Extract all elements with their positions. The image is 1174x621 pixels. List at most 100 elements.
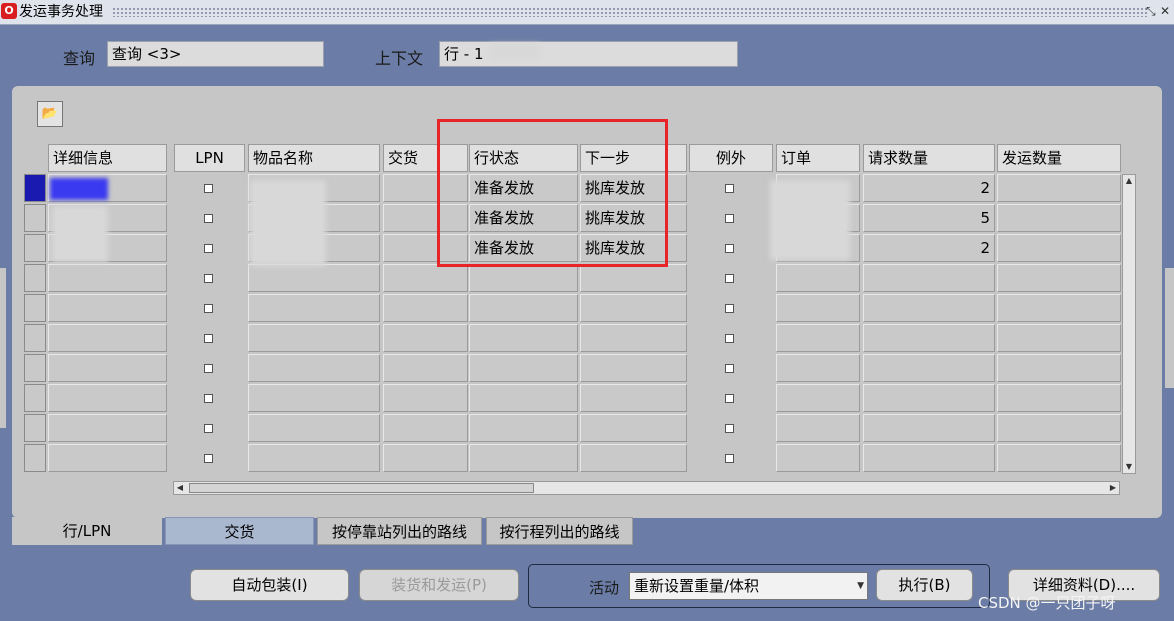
row-selector[interactable] [24, 264, 46, 292]
cell-requested-qty[interactable]: 2 [863, 234, 995, 262]
cell-requested-qty[interactable] [863, 414, 995, 442]
lpn-checkbox[interactable] [204, 214, 213, 223]
cell-delivery[interactable] [383, 324, 468, 352]
cell-shipped-qty[interactable] [997, 294, 1121, 322]
cell-order[interactable] [776, 384, 860, 412]
cell-order[interactable] [776, 264, 860, 292]
scroll-left-icon[interactable]: ◀ [174, 482, 186, 494]
context-field[interactable]: 行 - 1 [439, 41, 738, 67]
exception-checkbox[interactable] [725, 364, 734, 373]
query-field[interactable]: 查询 <3> [107, 41, 324, 67]
cell-shipped-qty[interactable] [997, 384, 1121, 412]
restore-icon[interactable]: ⤡ [1146, 3, 1156, 19]
cell-details[interactable] [48, 354, 167, 382]
action-select[interactable]: 重新设置重量/体积 ▼ [629, 572, 868, 600]
open-folder-icon[interactable]: 📂 [37, 101, 63, 127]
row-selector[interactable] [24, 414, 46, 442]
cell-shipped-qty[interactable] [997, 204, 1121, 232]
cell-item-name[interactable] [248, 264, 380, 292]
row-selector[interactable] [24, 174, 46, 202]
exception-checkbox[interactable] [725, 424, 734, 433]
cell-order[interactable] [776, 354, 860, 382]
cell-item-name[interactable] [248, 444, 380, 472]
cell-item-name[interactable] [248, 354, 380, 382]
exception-checkbox[interactable] [725, 394, 734, 403]
row-selector[interactable] [24, 294, 46, 322]
exception-checkbox[interactable] [725, 454, 734, 463]
row-selector[interactable] [24, 384, 46, 412]
cell-shipped-qty[interactable] [997, 354, 1121, 382]
cell-next-step[interactable] [580, 264, 687, 292]
tab-line-lpn[interactable]: 行/LPN [12, 517, 162, 545]
row-selector[interactable] [24, 204, 46, 232]
cell-details[interactable] [48, 324, 167, 352]
cell-item-name[interactable] [248, 414, 380, 442]
lpn-checkbox[interactable] [204, 184, 213, 193]
cell-delivery[interactable] [383, 414, 468, 442]
cell-shipped-qty[interactable] [997, 264, 1121, 292]
cell-order[interactable] [776, 324, 860, 352]
cell-requested-qty[interactable] [863, 294, 995, 322]
chevron-down-icon[interactable]: ▼ [857, 573, 864, 599]
cell-shipped-qty[interactable] [997, 234, 1121, 262]
exception-checkbox[interactable] [725, 334, 734, 343]
exception-checkbox[interactable] [725, 184, 734, 193]
exception-checkbox[interactable] [725, 304, 734, 313]
exception-checkbox[interactable] [725, 214, 734, 223]
cell-next-step[interactable] [580, 354, 687, 382]
cell-details[interactable] [48, 414, 167, 442]
cell-requested-qty[interactable] [863, 264, 995, 292]
ship-confirm-button[interactable]: 装货和发运(P) [359, 569, 519, 601]
vertical-scrollbar[interactable]: ▲ ▼ [1122, 174, 1136, 474]
tab-route-by-stop[interactable]: 按停靠站列出的路线 [317, 517, 482, 545]
cell-delivery[interactable] [383, 264, 468, 292]
row-selector[interactable] [24, 354, 46, 382]
exception-checkbox[interactable] [725, 244, 734, 253]
cell-shipped-qty[interactable] [997, 174, 1121, 202]
lpn-checkbox[interactable] [204, 334, 213, 343]
lpn-checkbox[interactable] [204, 304, 213, 313]
cell-line-status[interactable] [469, 324, 578, 352]
cell-requested-qty[interactable] [863, 324, 995, 352]
cell-line-status[interactable] [469, 444, 578, 472]
cell-next-step[interactable] [580, 294, 687, 322]
lpn-checkbox[interactable] [204, 424, 213, 433]
lpn-checkbox[interactable] [204, 274, 213, 283]
row-selector[interactable] [24, 444, 46, 472]
cell-item-name[interactable] [248, 324, 380, 352]
cell-delivery[interactable] [383, 444, 468, 472]
scroll-thumb[interactable] [189, 483, 534, 493]
cell-requested-qty[interactable]: 5 [863, 204, 995, 232]
cell-requested-qty[interactable] [863, 354, 995, 382]
lpn-checkbox[interactable] [204, 244, 213, 253]
cell-shipped-qty[interactable] [997, 414, 1121, 442]
cell-line-status[interactable] [469, 294, 578, 322]
scroll-up-icon[interactable]: ▲ [1123, 175, 1135, 187]
row-selector[interactable] [24, 324, 46, 352]
cell-item-name[interactable] [248, 384, 380, 412]
cell-next-step[interactable] [580, 414, 687, 442]
scroll-right-icon[interactable]: ▶ [1107, 482, 1119, 494]
scroll-down-icon[interactable]: ▼ [1123, 461, 1135, 473]
lpn-checkbox[interactable] [204, 394, 213, 403]
cell-order[interactable] [776, 294, 860, 322]
execute-button[interactable]: 执行(B) [876, 569, 973, 601]
tab-delivery[interactable]: 交货 [165, 517, 314, 545]
cell-line-status[interactable] [469, 384, 578, 412]
cell-delivery[interactable] [383, 384, 468, 412]
exception-checkbox[interactable] [725, 274, 734, 283]
horizontal-scrollbar[interactable]: ◀ ▶ [173, 481, 1120, 495]
row-selector[interactable] [24, 234, 46, 262]
cell-delivery[interactable] [383, 294, 468, 322]
cell-order[interactable] [776, 414, 860, 442]
cell-line-status[interactable] [469, 414, 578, 442]
cell-requested-qty[interactable]: 2 [863, 174, 995, 202]
cell-order[interactable] [776, 444, 860, 472]
cell-next-step[interactable] [580, 384, 687, 412]
cell-shipped-qty[interactable] [997, 444, 1121, 472]
cell-next-step[interactable] [580, 444, 687, 472]
cell-delivery[interactable] [383, 354, 468, 382]
cell-details[interactable] [48, 294, 167, 322]
auto-pack-button[interactable]: 自动包装(I) [190, 569, 349, 601]
cell-line-status[interactable] [469, 264, 578, 292]
